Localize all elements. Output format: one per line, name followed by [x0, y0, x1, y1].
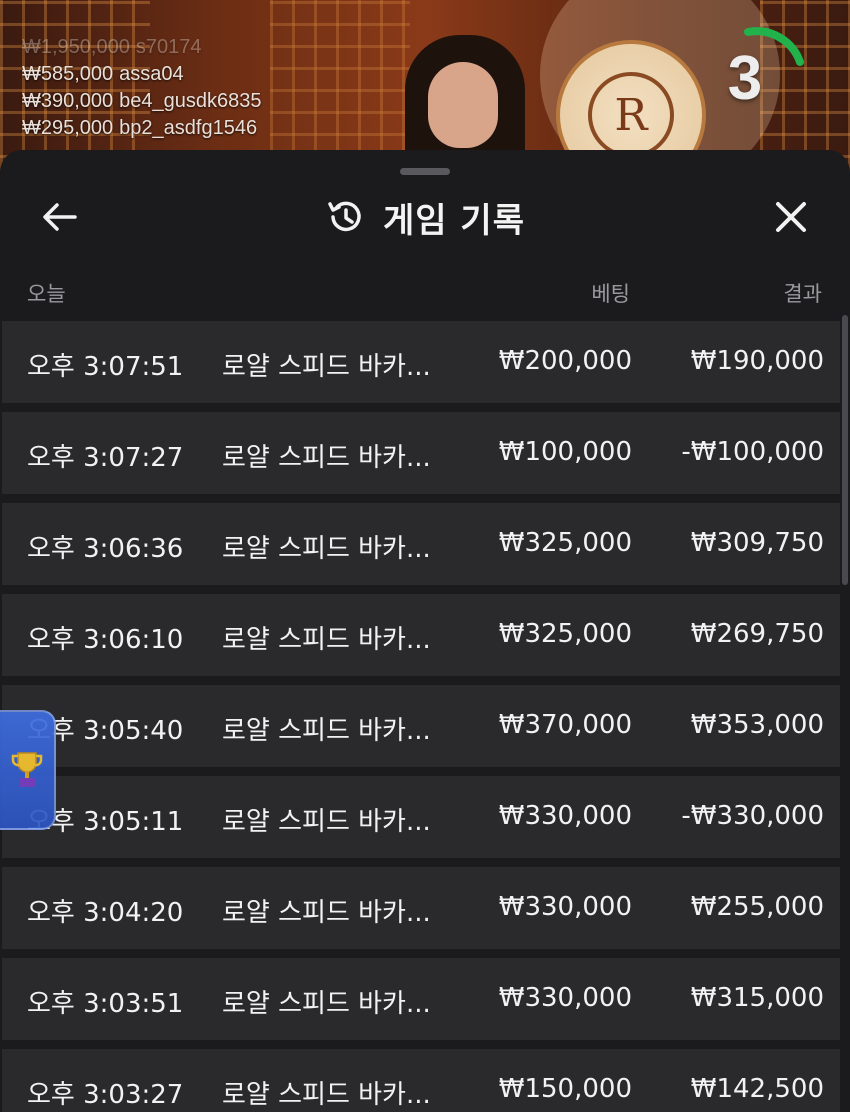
- history-row[interactable]: 오후 3:06:10 로얄 스피드 바카... ₩325,000 ₩269,75…: [2, 594, 840, 676]
- history-clock-icon: [328, 201, 361, 232]
- row-game: 로얄 스피드 바카...: [222, 716, 431, 746]
- column-headers: 오늘 베팅 결과: [0, 272, 850, 312]
- row-result: ₩315,000: [690, 983, 824, 1013]
- dealer-face: [428, 62, 498, 148]
- row-bet: ₩330,000: [498, 892, 632, 922]
- bet-feed-amount: ₩295,000: [22, 117, 114, 139]
- row-game: 로얄 스피드 바카...: [222, 898, 431, 928]
- row-time: 오후 3:03:51: [27, 989, 184, 1019]
- row-game: 로얄 스피드 바카...: [222, 1080, 431, 1110]
- history-row[interactable]: 오후 3:06:36 로얄 스피드 바카... ₩325,000 ₩309,75…: [2, 503, 840, 585]
- history-row[interactable]: 오후 3:05:40 로얄 스피드 바카... ₩370,000 ₩353,00…: [2, 685, 840, 767]
- row-time: 오후 3:07:27: [27, 443, 184, 473]
- trophy-icon: [11, 752, 43, 787]
- row-bet: ₩325,000: [498, 528, 632, 558]
- row-time: 오후 3:06:10: [27, 625, 184, 655]
- bet-feed-line: ₩390,000 be4_gusdk6835: [22, 88, 262, 115]
- row-result: ₩309,750: [690, 528, 824, 558]
- bet-feed-line: ₩1,950,000 s70174: [22, 34, 262, 61]
- row-game: 로얄 스피드 바카...: [222, 989, 431, 1019]
- row-result: ₩353,000: [690, 710, 824, 740]
- table-logo-letter: R: [588, 72, 674, 158]
- bet-feed-user: bp2_asdfg1546: [119, 117, 258, 139]
- history-row[interactable]: 오후 3:05:11 로얄 스피드 바카... ₩330,000 -₩330,0…: [2, 776, 840, 858]
- row-result: ₩255,000: [690, 892, 824, 922]
- row-time: 오후 3:06:36: [27, 534, 184, 564]
- arrow-left-icon: [43, 203, 77, 231]
- row-bet: ₩325,000: [498, 619, 632, 649]
- recent-bets-feed: ₩1,950,000 s70174 ₩585,000 assa04 ₩390,000…: [22, 34, 262, 142]
- trophy-widget-button[interactable]: [0, 710, 56, 830]
- close-button[interactable]: [766, 192, 816, 242]
- row-game: 로얄 스피드 바카...: [222, 443, 431, 473]
- history-row[interactable]: 오후 3:04:20 로얄 스피드 바카... ₩330,000 ₩255,00…: [2, 867, 840, 949]
- history-row[interactable]: 오후 3:07:27 로얄 스피드 바카... ₩100,000 -₩100,0…: [2, 412, 840, 494]
- row-bet: ₩330,000: [498, 983, 632, 1013]
- row-time: 오후 3:04:20: [27, 898, 184, 928]
- row-result: ₩142,500: [690, 1074, 824, 1104]
- row-result: ₩190,000: [690, 346, 824, 376]
- bet-feed-amount: ₩1,950,000: [22, 36, 130, 58]
- row-time: 오후 3:07:51: [27, 352, 184, 382]
- row-bet: ₩330,000: [498, 801, 632, 831]
- bet-feed-line: ₩585,000 assa04: [22, 61, 262, 88]
- back-button[interactable]: [35, 192, 85, 242]
- list-scrollbar[interactable]: [842, 315, 848, 585]
- row-game: 로얄 스피드 바카...: [222, 625, 431, 655]
- column-header-bet: 베팅: [591, 282, 630, 306]
- betting-countdown-timer: 3: [700, 22, 812, 134]
- history-list: 오후 3:07:51 로얄 스피드 바카... ₩200,000 ₩190,00…: [2, 321, 840, 1112]
- row-result: -₩330,000: [681, 801, 824, 831]
- row-bet: ₩200,000: [498, 346, 632, 376]
- column-header-result: 결과: [783, 282, 822, 306]
- row-game: 로얄 스피드 바카...: [222, 534, 431, 564]
- row-bet: ₩370,000: [498, 710, 632, 740]
- row-game: 로얄 스피드 바카...: [222, 807, 431, 837]
- bet-feed-line: ₩295,000 bp2_asdfg1546: [22, 115, 262, 142]
- countdown-number: 3: [727, 43, 763, 113]
- bet-feed-user: s70174: [135, 36, 202, 58]
- sheet-drag-handle[interactable]: [400, 168, 450, 175]
- history-row[interactable]: 오후 3:07:51 로얄 스피드 바카... ₩200,000 ₩190,00…: [2, 321, 840, 403]
- bet-feed-amount: ₩390,000: [22, 90, 114, 112]
- history-row[interactable]: 오후 3:03:51 로얄 스피드 바카... ₩330,000 ₩315,00…: [2, 958, 840, 1040]
- history-row[interactable]: 오후 3:03:27 로얄 스피드 바카... ₩150,000 ₩142,50…: [2, 1049, 840, 1112]
- row-bet: ₩100,000: [498, 437, 632, 467]
- row-result: -₩100,000: [681, 437, 824, 467]
- bet-feed-user: be4_gusdk6835: [119, 90, 262, 112]
- row-game: 로얄 스피드 바카...: [222, 352, 431, 382]
- game-history-sheet: 게임 기록 오늘 베팅 결과 오후 3:07:51 로얄 스피드 바카... ₩…: [0, 150, 850, 1112]
- bet-feed-user: assa04: [119, 63, 184, 85]
- row-bet: ₩150,000: [498, 1074, 632, 1104]
- column-header-today: 오늘: [27, 282, 66, 306]
- bet-feed-amount: ₩585,000: [22, 63, 114, 85]
- row-time: 오후 3:03:27: [27, 1080, 184, 1110]
- sheet-header: 게임 기록: [0, 178, 850, 256]
- page-title: 게임 기록: [383, 200, 525, 241]
- row-result: ₩269,750: [690, 619, 824, 649]
- close-x-icon: [776, 202, 806, 232]
- sheet-title-group: 게임 기록: [325, 193, 525, 242]
